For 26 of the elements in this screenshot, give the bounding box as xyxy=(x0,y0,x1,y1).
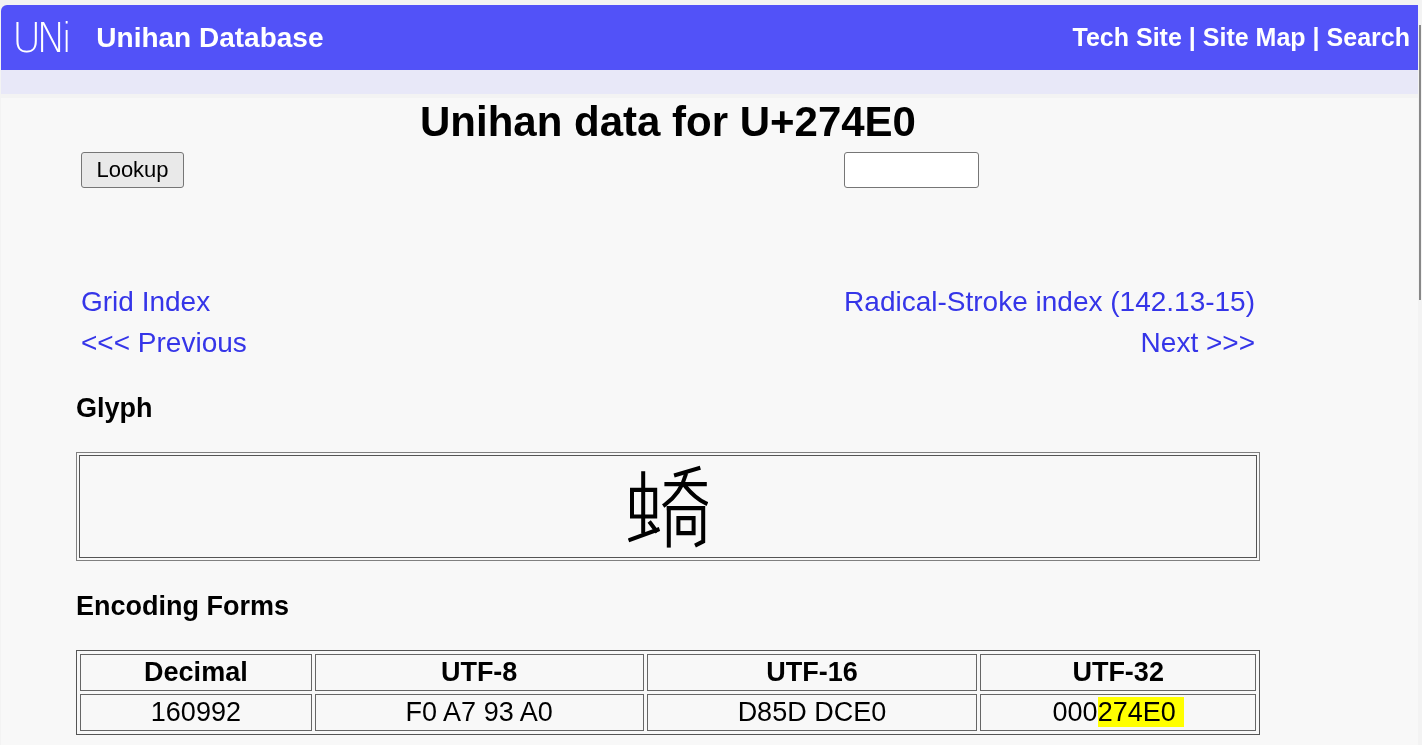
table-cell: D85D DCE0 xyxy=(646,694,978,731)
nav-link[interactable]: Tech Site xyxy=(1072,23,1182,52)
lookup-input[interactable] xyxy=(844,152,979,188)
page-title: Unihan data for U+274E0 xyxy=(419,98,917,146)
nav-link[interactable]: Site Map xyxy=(1202,23,1306,52)
table-cell: 000274E0 xyxy=(980,694,1256,731)
nav-separator: | xyxy=(1312,23,1320,52)
nav-separator: | xyxy=(1188,23,1196,52)
nav-link[interactable]: Search xyxy=(1326,23,1410,52)
table-cell: F0 A7 93 A0 xyxy=(314,694,644,731)
column-header: UTF-16 xyxy=(646,654,978,691)
column-header: UTF-32 xyxy=(980,654,1256,691)
column-header: Decimal xyxy=(80,654,312,691)
section-heading: Glyph xyxy=(76,392,154,424)
next-link[interactable]: Next >>> xyxy=(1140,326,1255,359)
grid-index-link[interactable]: Grid Index xyxy=(81,285,211,318)
chinese-character-icon xyxy=(628,465,708,548)
lookup-button[interactable]: Lookup xyxy=(81,152,184,188)
logo: UNi xyxy=(12,15,69,60)
section-heading: Encoding Forms xyxy=(76,590,290,622)
table-cell: 160992 xyxy=(80,694,312,731)
site-title: Unihan Database xyxy=(96,21,324,54)
radical-stroke-link[interactable]: Radical-Stroke index (142.13-15) xyxy=(844,285,1255,318)
scrollbar-thumb[interactable] xyxy=(1419,25,1421,300)
column-header: UTF-8 xyxy=(314,654,644,691)
previous-link[interactable]: <<< Previous xyxy=(81,326,247,359)
